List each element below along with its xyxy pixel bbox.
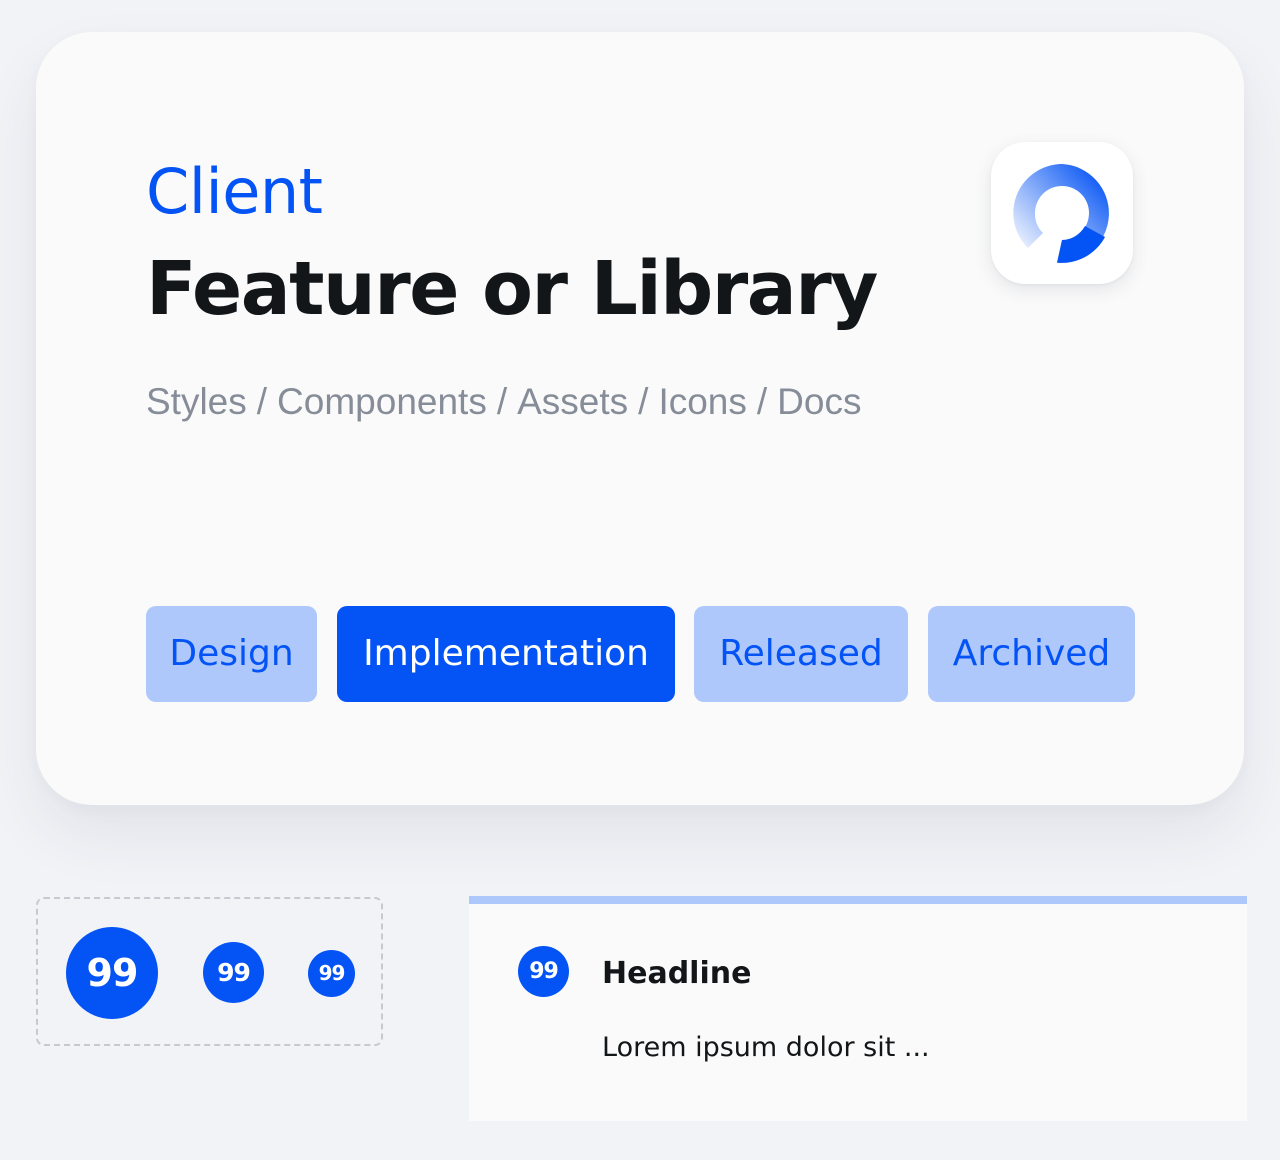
count-badge-large: 99 [66, 927, 158, 1019]
breadcrumb-item-assets[interactable]: Assets [517, 381, 628, 422]
app-icon [991, 142, 1133, 284]
count-badge-small: 99 [308, 950, 355, 997]
notification-headline: Headline [602, 956, 752, 991]
breadcrumb-separator: / [256, 381, 268, 422]
badge-size-variants: 99 99 99 [36, 897, 383, 1046]
breadcrumb-separator: / [496, 381, 508, 422]
client-label: Client [146, 155, 323, 228]
breadcrumb-item-components[interactable]: Components [277, 381, 487, 422]
page-title: Feature or Library [146, 246, 878, 332]
breadcrumb: Styles / Components / Assets / Icons / Docs [146, 378, 861, 426]
breadcrumb-item-docs[interactable]: Docs [777, 381, 861, 422]
notification-card[interactable]: 99 Headline Lorem ipsum dolor sit ... [469, 896, 1247, 1121]
tag-design[interactable]: Design [146, 606, 317, 702]
notification-count-badge: 99 [518, 946, 569, 997]
breadcrumb-item-styles[interactable]: Styles [146, 381, 247, 422]
breadcrumb-item-icons[interactable]: Icons [658, 381, 746, 422]
tag-archived[interactable]: Archived [928, 606, 1135, 702]
brand-ring-icon [1013, 164, 1109, 263]
tag-implementation[interactable]: Implementation [337, 606, 675, 702]
breadcrumb-separator: / [638, 381, 649, 422]
feature-card: Client Feature or Library Styles / Compone… [36, 32, 1244, 805]
count-badge-medium: 99 [203, 942, 264, 1003]
notification-body: Lorem ipsum dolor sit ... [602, 1032, 930, 1063]
tag-released[interactable]: Released [694, 606, 908, 702]
breadcrumb-separator: / [756, 381, 768, 422]
